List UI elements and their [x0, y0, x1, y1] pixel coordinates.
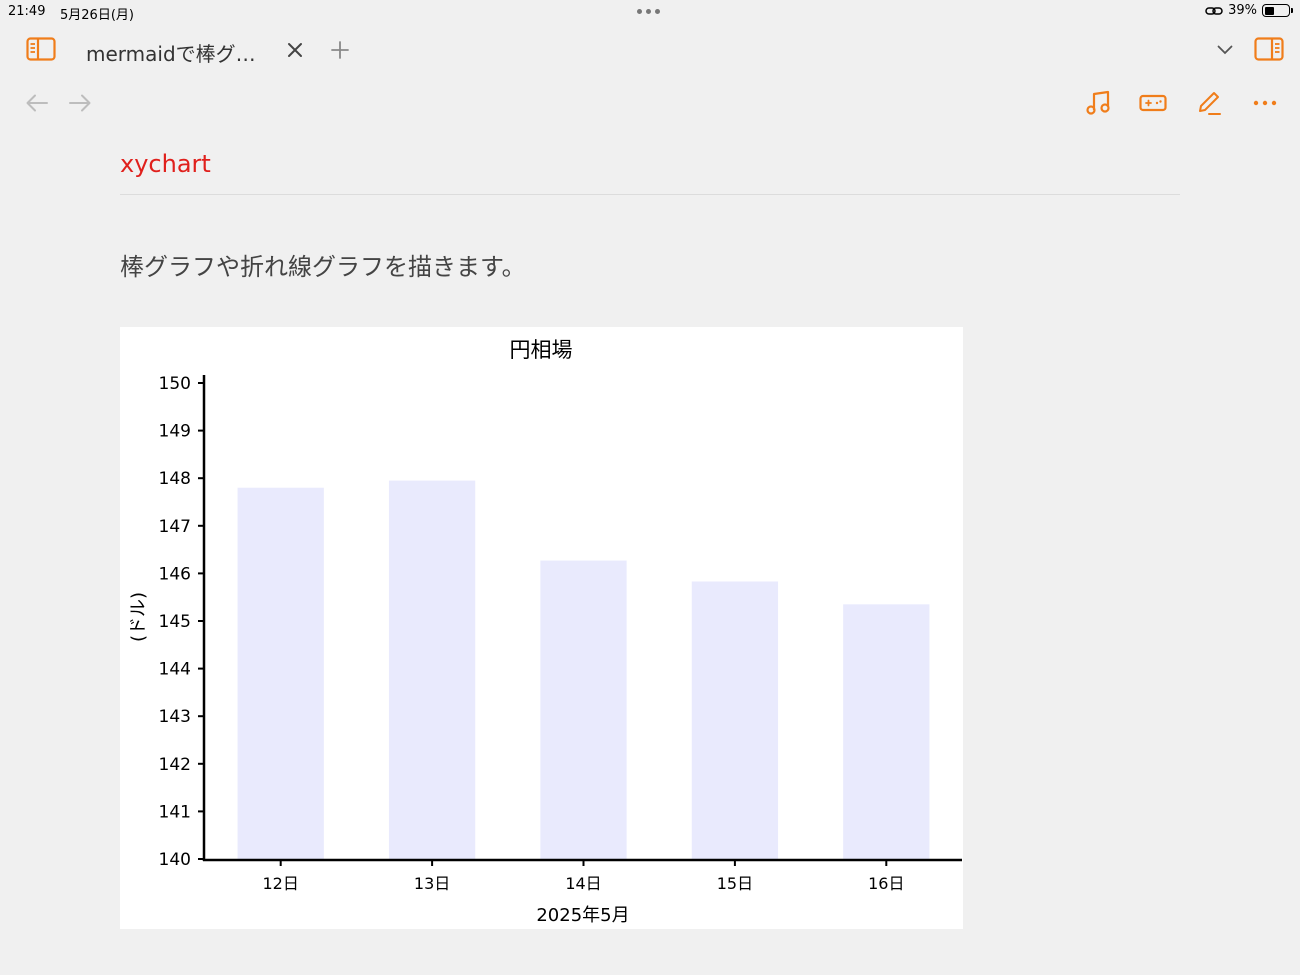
chevron-down-icon[interactable] [1213, 38, 1237, 62]
tab-title[interactable]: mermaidで棒グ… [86, 38, 256, 67]
x-axis-label: 2025年5月 [536, 905, 629, 926]
section-heading: xychart [120, 150, 1180, 195]
y-tick-label-150: 150 [159, 374, 191, 394]
x-tick-label-15日: 15日 [717, 874, 753, 893]
bar-chart: 円相場 2025年5月 (ドル) 12日 13日 14日 15日 16日 140 141 14… [120, 327, 963, 929]
sidebar-right-icon[interactable] [1252, 34, 1286, 64]
description-paragraph: 棒グラフや折れ線グラフを描きます。 [120, 253, 526, 281]
x-tick-label-13日: 13日 [414, 874, 450, 893]
nav-toolbar [0, 82, 1300, 124]
bar-14日 [540, 560, 627, 859]
status-bar: 21:49 5月26日(月) 39% [0, 0, 1300, 24]
x-tick-label-12日: 12日 [263, 874, 299, 893]
y-tick-label-145: 145 [159, 612, 191, 632]
chart-title: 円相場 [510, 338, 573, 362]
y-tick-label-142: 142 [159, 755, 191, 775]
y-tick-label-144: 144 [159, 660, 191, 680]
bar-16日 [843, 604, 930, 859]
bar-12日 [237, 487, 324, 859]
y-tick-label-140: 140 [159, 850, 191, 870]
status-date: 5月26日(月) [60, 8, 134, 23]
y-tick-label-148: 148 [159, 469, 191, 489]
status-time: 21:49 [8, 4, 46, 19]
y-tick-label-149: 149 [159, 422, 191, 442]
music-note-icon[interactable] [1083, 88, 1113, 118]
plus-icon[interactable] [328, 38, 352, 62]
pencil-icon[interactable] [1194, 88, 1224, 118]
x-tick-label-16日: 16日 [868, 874, 904, 893]
y-axis-label: (ドル) [128, 592, 149, 642]
bar-15日 [691, 581, 779, 859]
more-icon[interactable] [1250, 88, 1280, 118]
y-tick-label-147: 147 [159, 517, 191, 537]
battery-icon [1262, 4, 1293, 17]
bar-13日 [388, 480, 476, 859]
battery-percent: 39% [1228, 3, 1257, 18]
arrow-left-icon[interactable] [24, 90, 50, 116]
y-tick-label-141: 141 [159, 802, 191, 822]
tab-bar: mermaidで棒グ… [0, 28, 1300, 72]
gamepad-icon[interactable] [1138, 88, 1168, 118]
chart-svg: 円相場 2025年5月 (ドル) 12日 13日 14日 15日 16日 140 141 14… [128, 338, 962, 926]
close-icon[interactable] [283, 38, 307, 62]
y-tick-label-143: 143 [159, 707, 191, 727]
arrow-right-icon[interactable] [67, 90, 93, 116]
multitasking-dots-icon[interactable] [637, 9, 660, 14]
document-body: xychart 棒グラフや折れ線グラフを描きます。 [120, 150, 1180, 282]
link-icon [1205, 6, 1223, 15]
sidebar-left-icon[interactable] [24, 34, 58, 64]
y-tick-label-146: 146 [159, 564, 191, 584]
x-tick-label-14日: 14日 [565, 874, 601, 893]
